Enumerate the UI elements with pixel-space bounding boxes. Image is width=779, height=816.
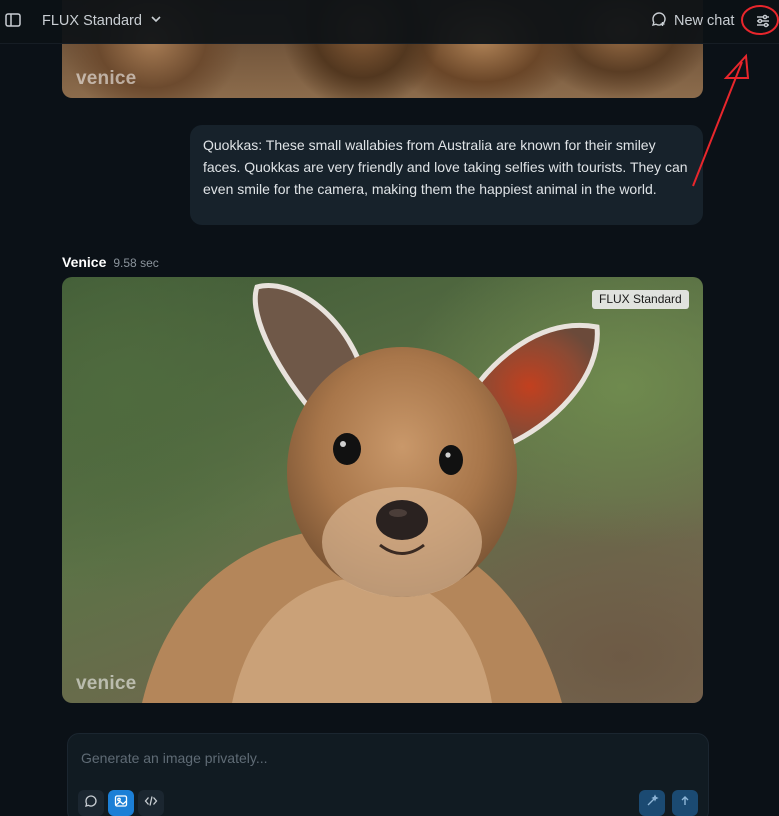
- assistant-name: Venice: [62, 254, 107, 270]
- assistant-meta: Venice 9.58 sec: [62, 254, 159, 272]
- code-mode-button[interactable]: [138, 790, 164, 816]
- model-badge: FLUX Standard: [592, 290, 689, 309]
- magic-wand-icon: [645, 793, 659, 813]
- send-button[interactable]: [672, 790, 698, 816]
- image-watermark: venice: [76, 673, 137, 694]
- top-bar: FLUX Standard New chat: [0, 0, 779, 44]
- image-mode-button[interactable]: [108, 790, 134, 816]
- chat-mode-button[interactable]: [78, 790, 104, 816]
- image-icon: [114, 794, 128, 813]
- settings-sliders-icon[interactable]: [752, 10, 774, 32]
- mode-switcher: [78, 790, 164, 816]
- new-chat-label: New chat: [674, 13, 735, 29]
- annotation-arrow-head: [723, 53, 750, 79]
- model-selector[interactable]: FLUX Standard: [42, 11, 162, 31]
- model-selector-label: FLUX Standard: [42, 13, 142, 29]
- user-message-bubble: Quokkas: These small wallabies from Aust…: [190, 125, 703, 225]
- quokka-illustration: [142, 283, 600, 703]
- user-message-text: Quokkas: These small wallabies from Aust…: [203, 137, 688, 197]
- chevron-down-icon: [150, 13, 162, 29]
- image-watermark: venice: [76, 68, 137, 89]
- code-icon: [144, 794, 158, 813]
- prompt-composer: [67, 733, 709, 816]
- new-chat-button[interactable]: New chat: [650, 10, 734, 32]
- sidebar-toggle-icon[interactable]: [4, 11, 22, 29]
- chat-bubble-icon: [84, 794, 98, 813]
- prompt-input[interactable]: [81, 747, 621, 769]
- generation-time: 9.58 sec: [113, 256, 159, 270]
- enhance-prompt-button[interactable]: [639, 790, 665, 816]
- new-chat-icon: [650, 10, 668, 32]
- generated-image[interactable]: venice: [62, 277, 703, 703]
- arrow-up-icon: [679, 794, 691, 812]
